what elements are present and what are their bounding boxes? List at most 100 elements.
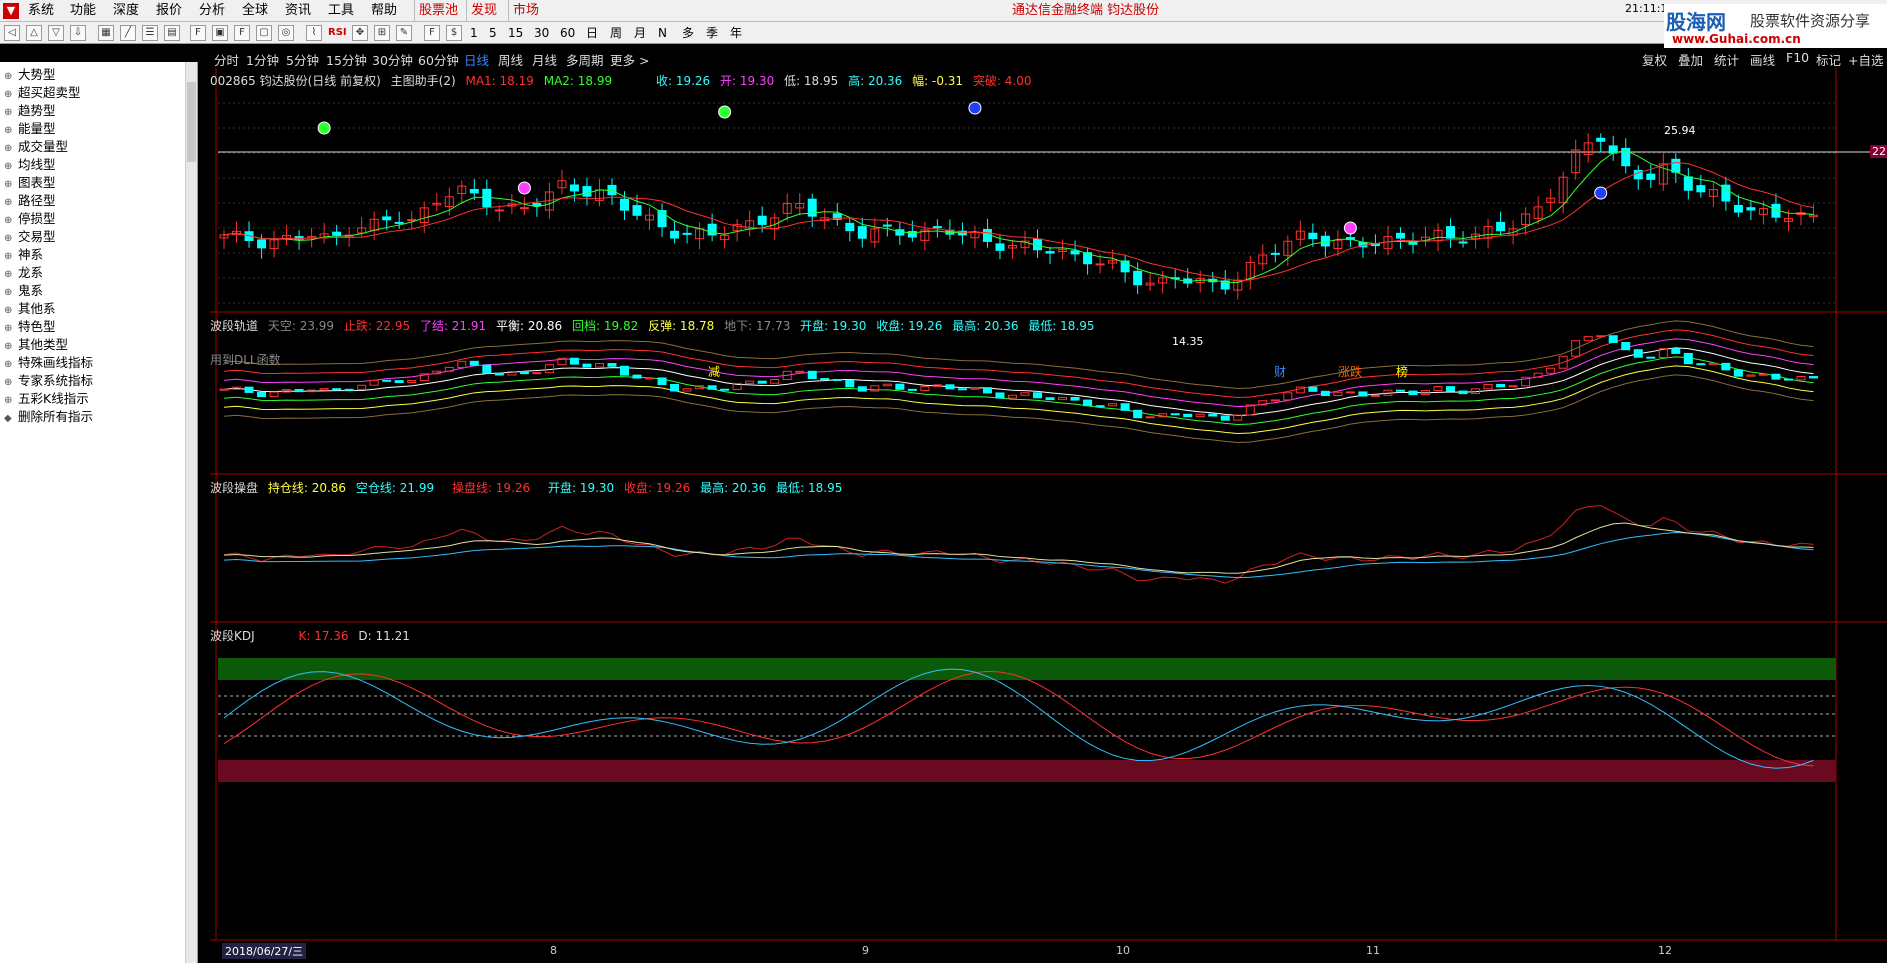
panel4-name[interactable]: 波段KDJ [210, 629, 255, 643]
period-month[interactable]: 月 [634, 25, 646, 41]
indicator-category-item[interactable]: ⊕ 交易型 [4, 228, 56, 246]
panel2-sky: 天空: 23.99 [267, 319, 335, 333]
btn-adjust[interactable]: 复权 [1642, 50, 1667, 69]
menu-item-help[interactable]: 帮助 [371, 0, 397, 22]
period-30[interactable]: 30 [534, 25, 549, 41]
period-day[interactable]: 日 [586, 25, 598, 41]
settings-icon[interactable]: ◎ [278, 25, 294, 41]
indicator-category-item[interactable]: ⊕ 图表型 [4, 174, 56, 192]
event-marker-finance[interactable]: 财 [1274, 363, 1286, 380]
chart-canvas[interactable] [210, 68, 1887, 963]
indicator-category-item[interactable]: ⊕ 鬼系 [4, 282, 43, 300]
menu-item-system[interactable]: 系统 [28, 0, 54, 22]
down-arrow-icon[interactable]: ▽ [48, 25, 64, 41]
period-1[interactable]: 1 [470, 25, 478, 41]
back-arrow-icon[interactable]: ◁ [4, 25, 20, 41]
indicator-category-item[interactable]: ⊕ 能量型 [4, 120, 56, 138]
f10-icon[interactable]: F [190, 25, 206, 41]
rsi-button[interactable]: RSI [328, 25, 347, 41]
btn-draw[interactable]: 画线 [1750, 50, 1775, 69]
menu-item-quote[interactable]: 报价 [156, 0, 182, 22]
tab-more[interactable]: 更多 > [610, 50, 649, 69]
tab-15min[interactable]: 15分钟 [326, 50, 367, 69]
tab-weekly[interactable]: 周线 [498, 50, 523, 69]
menu-item-function[interactable]: 功能 [70, 0, 96, 22]
chart-area[interactable]: 002865 钧达股份(日线 前复权) 主图助手(2) MA1: 18.19 M… [210, 68, 1887, 963]
indicator-category-item[interactable]: ⊕ 路径型 [4, 192, 56, 210]
dollar-icon[interactable]: $ [446, 25, 462, 41]
band-candle [294, 389, 304, 393]
indicator-category-item[interactable]: ⊕ 龙系 [4, 264, 43, 282]
signal-marker [517, 181, 531, 195]
kline-icon[interactable]: ⌇ [306, 25, 322, 41]
btn-overlay[interactable]: 叠加 [1678, 50, 1703, 69]
tab-multi-period[interactable]: 多周期 [566, 50, 604, 69]
menu-item-news[interactable]: 资讯 [285, 0, 311, 22]
panel3-name[interactable]: 波段操盘 [210, 481, 258, 495]
table-icon[interactable]: ▤ [164, 25, 180, 41]
indicator-category-item[interactable]: ⊕ 趋势型 [4, 102, 56, 120]
indicator-category-item[interactable]: ⊕ 神系 [4, 246, 43, 264]
period-15[interactable]: 15 [508, 25, 523, 41]
btn-stats[interactable]: 统计 [1714, 50, 1739, 69]
event-marker-reduce[interactable]: 减 [708, 363, 720, 380]
pencil-icon[interactable]: ✎ [396, 25, 412, 41]
zoom-icon[interactable]: ⊞ [374, 25, 390, 41]
band-candle [1108, 403, 1118, 407]
period-multi[interactable]: 多 [682, 25, 694, 41]
tab-daily[interactable]: 日线 [464, 50, 489, 69]
indicator-category-item[interactable]: ⊕ 大势型 [4, 66, 56, 84]
period-year[interactable]: 年 [730, 25, 742, 41]
tab-1min[interactable]: 1分钟 [246, 50, 279, 69]
tab-monthly[interactable]: 月线 [532, 50, 557, 69]
indicator-category-item[interactable]: ⊕ 其他系 [4, 300, 56, 318]
period-quarter[interactable]: 季 [706, 25, 718, 41]
tab-5min[interactable]: 5分钟 [286, 50, 319, 69]
period-5[interactable]: 5 [489, 25, 497, 41]
up-arrow-icon[interactable]: △ [26, 25, 42, 41]
formula-icon[interactable]: F [424, 25, 440, 41]
period-60[interactable]: 60 [560, 25, 575, 41]
event-marker-limit[interactable]: 涨跌 [1338, 363, 1362, 380]
grid-icon[interactable]: ▦ [98, 25, 114, 41]
helper-button[interactable]: 主图助手(2) [391, 74, 456, 88]
indicator-category-item[interactable]: ⊕ 专家系统指标 [4, 372, 93, 390]
menu-item-analysis[interactable]: 分析 [199, 0, 225, 22]
indicator-category-item[interactable]: ⊕ 特色型 [4, 318, 56, 336]
menu-item-depth[interactable]: 深度 [113, 0, 139, 22]
indicator-category-item[interactable]: ⊕ 成交量型 [4, 138, 68, 156]
download-icon[interactable]: ⇩ [70, 25, 86, 41]
menu-item-tools[interactable]: 工具 [328, 0, 354, 22]
tab-timeshare[interactable]: 分时 [214, 50, 239, 69]
panel2-name[interactable]: 波段轨道 [210, 319, 258, 333]
tab-60min[interactable]: 60分钟 [418, 50, 459, 69]
indicator-category-item[interactable]: ⊕ 其他类型 [4, 336, 68, 354]
line-chart-icon[interactable]: ╱ [120, 25, 136, 41]
period-week[interactable]: 周 [610, 25, 622, 41]
indicator-category-item[interactable]: ⊕ 超买超卖型 [4, 84, 81, 102]
candle-body [845, 222, 855, 232]
fund-icon[interactable]: F [234, 25, 250, 41]
event-marker-rank[interactable]: 榜 [1396, 363, 1408, 380]
menu-item-stock-pool[interactable]: 股票池 [414, 0, 458, 22]
menu-item-discover[interactable]: 发现 [466, 0, 497, 22]
app-logo-icon[interactable]: ▼ [3, 3, 19, 19]
scrollbar-thumb[interactable] [187, 82, 196, 162]
indicator-category-item[interactable]: ⊕ 五彩K线指示 [4, 390, 89, 408]
btn-f10[interactable]: F10 [1786, 50, 1809, 65]
compare-icon[interactable]: ▣ [212, 25, 228, 41]
indicator-category-item[interactable]: ⊕ 特殊画线指标 [4, 354, 93, 372]
move-icon[interactable]: ✥ [352, 25, 368, 41]
menu-item-global[interactable]: 全球 [242, 0, 268, 22]
btn-add-favorite[interactable]: +自选 [1848, 50, 1883, 69]
menu-item-market[interactable]: 市场 [508, 0, 539, 22]
indicator-category-item[interactable]: ◆ 删除所有指示 [4, 408, 93, 426]
indicator-category-item[interactable]: ⊕ 均线型 [4, 156, 56, 174]
box-icon[interactable]: ▢ [256, 25, 272, 41]
btn-mark[interactable]: 标记 [1816, 50, 1841, 69]
tab-30min[interactable]: 30分钟 [372, 50, 413, 69]
left-panel-scrollbar[interactable] [185, 62, 197, 963]
period-n[interactable]: N [658, 25, 667, 41]
indicator-category-item[interactable]: ⊕ 停损型 [4, 210, 56, 228]
list-icon[interactable]: ☰ [142, 25, 158, 41]
